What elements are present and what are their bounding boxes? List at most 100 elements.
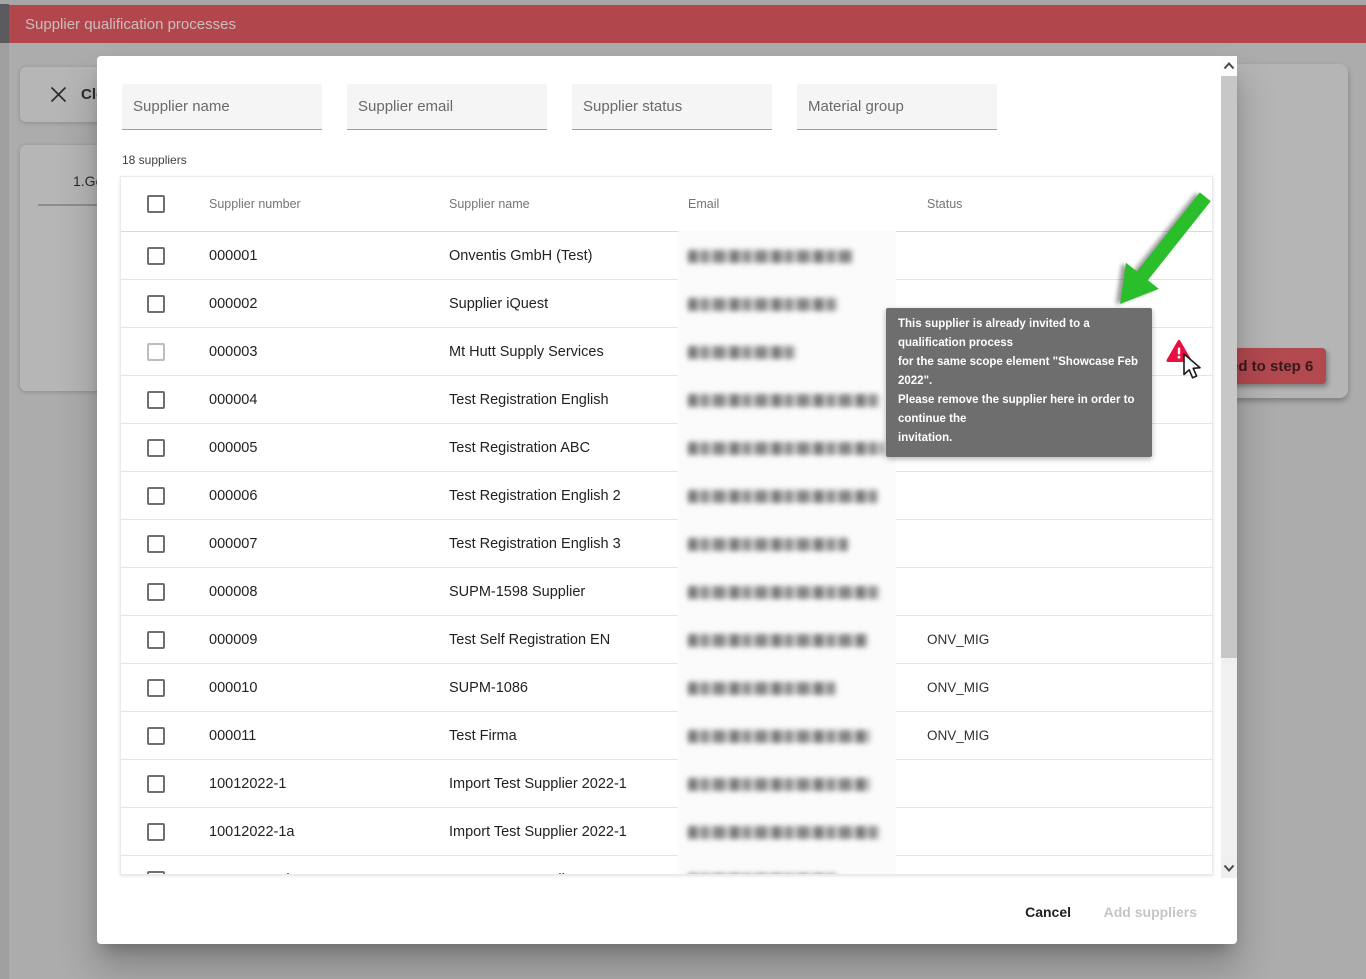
supplier-email-filter-input[interactable] — [347, 84, 547, 130]
supplier-name-cell: SUPM-1598 Supplier — [449, 568, 585, 616]
supplier-number-cell: 000010 — [209, 664, 257, 712]
email-blur-mark — [688, 586, 880, 599]
email-blur-mark — [688, 490, 878, 503]
column-header-supplier-number: Supplier number — [209, 177, 301, 232]
supplier-number-cell: 000011 — [209, 712, 256, 760]
table-row[interactable]: 000009 Test Self Registration EN ONV_MIG — [121, 616, 1212, 664]
row-checkbox — [147, 343, 165, 361]
table-row[interactable]: 000011 Test Firma ONV_MIG — [121, 712, 1212, 760]
supplier-name-cell: Test Firma — [449, 712, 517, 760]
close-icon — [49, 85, 68, 104]
email-redacted — [678, 855, 896, 875]
email-blur-mark — [688, 442, 884, 455]
supplier-number-cell: 000008 — [209, 568, 257, 616]
row-checkbox[interactable] — [147, 727, 165, 745]
email-blur-mark — [688, 874, 838, 876]
tooltip-line: Please remove the supplier here in order… — [898, 391, 1140, 429]
supplier-name-cell: Import Test Supplier 2022-1 — [449, 856, 627, 875]
supplier-number-cell: 10012022-1a — [209, 808, 294, 856]
email-blur-mark — [688, 826, 880, 839]
add-suppliers-button[interactable]: Add suppliers — [1104, 897, 1197, 927]
row-checkbox[interactable] — [147, 391, 165, 409]
supplier-name-cell: Import Test Supplier 2022-1 — [449, 808, 627, 856]
supplier-status-cell: ONV_MIG — [927, 712, 989, 760]
supplier-number-cell: 000003 — [209, 328, 257, 376]
row-checkbox[interactable] — [147, 247, 165, 265]
table-row[interactable]: 000010SUPM-1086ONV_MIG — [121, 664, 1212, 712]
supplier-name-cell: Import Test Supplier 2022-1 — [449, 760, 627, 808]
email-blur-mark — [688, 730, 870, 743]
email-blur-mark — [688, 634, 868, 647]
row-checkbox[interactable] — [147, 583, 165, 601]
material-group-filter-input[interactable] — [797, 84, 997, 130]
supplier-status-filter-input[interactable] — [572, 84, 772, 130]
supplier-count: 18 suppliers — [122, 153, 187, 167]
email-redacted — [678, 519, 896, 569]
add-suppliers-dialog: 18 suppliers Supplier number Supplier na… — [97, 56, 1237, 944]
supplier-name-filter-input[interactable] — [122, 84, 322, 130]
table-row[interactable]: 10012022-1Import Test Supplier 2022-1 — [121, 760, 1212, 808]
scrollbar-up-icon — [1223, 62, 1235, 70]
scrollbar-thumb[interactable] — [1221, 76, 1237, 658]
email-redacted — [678, 615, 896, 665]
row-checkbox[interactable] — [147, 631, 165, 649]
supplier-number-cell: 000009 — [209, 616, 257, 664]
supplier-number-cell: 000005 — [209, 424, 257, 472]
invitation-warning-tooltip: This supplier is already invited to a qu… — [886, 308, 1152, 457]
row-checkbox[interactable] — [147, 295, 165, 313]
supplier-name-cell: Test Registration English 3 — [449, 520, 621, 568]
supplier-number-cell: 000002 — [209, 280, 257, 328]
supplier-name-cell: Mt Hutt Supply Services — [449, 328, 604, 376]
email-blur-mark — [688, 346, 796, 359]
table-row[interactable]: 10012022-1a Import Test Supplier 2022-1 — [121, 808, 1212, 856]
suppliers-table: Supplier number Supplier name Email Stat… — [120, 176, 1213, 875]
email-redacted — [678, 375, 896, 425]
email-redacted — [678, 231, 896, 281]
row-checkbox[interactable] — [147, 679, 165, 697]
email-redacted — [678, 663, 896, 713]
supplier-name-cell: Test Self Registration EN — [449, 616, 610, 664]
table-row[interactable]: 000008 SUPM-1598 Supplier — [121, 568, 1212, 616]
cancel-button[interactable]: Cancel — [1025, 897, 1071, 927]
table-row[interactable]: 10012022-1b Import Test Supplier 2022-1 — [121, 856, 1212, 875]
email-redacted — [678, 567, 896, 617]
callout-arrow-icon — [1090, 180, 1230, 325]
tooltip-line: for the same scope element "Showcase Feb… — [898, 353, 1140, 391]
supplier-number-cell: 000006 — [209, 472, 257, 520]
table-header-row: Supplier number Supplier name Email Stat… — [121, 177, 1212, 232]
email-blur-mark — [688, 298, 838, 311]
supplier-number-cell: 10012022-1b — [209, 856, 294, 875]
scrollbar-down-button[interactable] — [1221, 858, 1237, 878]
supplier-number-cell: 000001 — [209, 232, 257, 280]
row-checkbox[interactable] — [147, 439, 165, 457]
email-redacted — [678, 759, 896, 809]
scrollbar-down-icon — [1223, 864, 1235, 872]
email-redacted — [678, 807, 896, 857]
supplier-name-cell: Test Registration ABC — [449, 424, 590, 472]
supplier-status-cell: ONV_MIG — [927, 616, 989, 664]
scrollbar-up-button[interactable] — [1221, 56, 1237, 76]
row-checkbox[interactable] — [147, 487, 165, 505]
supplier-name-cell: Test Registration English 2 — [449, 472, 621, 520]
row-checkbox[interactable] — [147, 775, 165, 793]
email-redacted — [678, 711, 896, 761]
row-checkbox[interactable] — [147, 871, 165, 876]
table-row[interactable]: 000001 Onventis GmbH (Test) — [121, 232, 1212, 280]
email-blur-mark — [688, 394, 880, 407]
tooltip-line: invitation. — [898, 429, 1140, 448]
email-redacted — [678, 279, 896, 329]
email-blur-mark — [688, 682, 836, 695]
table-row[interactable]: 000006 Test Registration English 2 — [121, 472, 1212, 520]
table-row[interactable]: 000007Test Registration English 3 — [121, 520, 1212, 568]
email-redacted — [678, 471, 896, 521]
row-checkbox[interactable] — [147, 535, 165, 553]
row-checkbox[interactable] — [147, 823, 165, 841]
screen: Supplier qualification processes Clo 1.G… — [0, 0, 1366, 979]
email-blur-mark — [688, 538, 848, 551]
supplier-name-cell: Supplier iQuest — [449, 280, 548, 328]
email-redacted — [678, 327, 896, 377]
column-header-supplier-name: Supplier name — [449, 177, 530, 232]
select-all-checkbox[interactable] — [147, 195, 165, 213]
supplier-number-cell: 000004 — [209, 376, 257, 424]
supplier-name-cell: Onventis GmbH (Test) — [449, 232, 592, 280]
